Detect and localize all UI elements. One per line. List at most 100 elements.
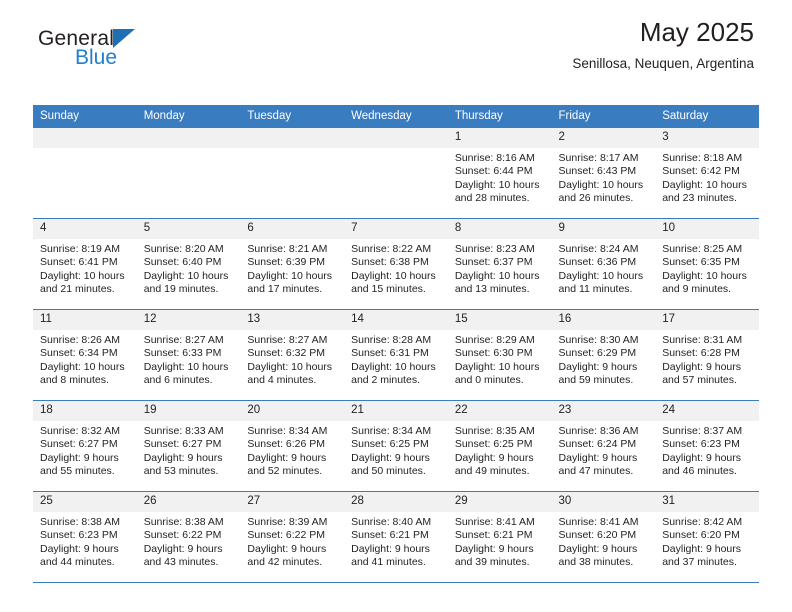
daylight-text-line1: Daylight: 10 hours <box>662 269 747 282</box>
sun-info: Sunrise: 8:18 AM Sunset: 6:42 PM Daylight:… <box>655 148 759 206</box>
day-number: 18 <box>33 401 137 421</box>
calendar-day-cell[interactable]: 6 Sunrise: 8:21 AM Sunset: 6:39 PM Daylight… <box>240 218 345 310</box>
daylight-text-line2: and 53 minutes. <box>143 465 219 478</box>
daylight-text-line1: Daylight: 9 hours <box>558 360 638 373</box>
weekday-header-sunday: Sunday <box>33 105 137 128</box>
calendar-day-cell[interactable]: 26 Sunrise: 8:38 AM Sunset: 6:22 PM Dayligh… <box>136 491 241 583</box>
daylight-text-line2: and 46 minutes. <box>662 465 737 478</box>
sunset-text: Sunset: 6:24 PM <box>558 438 637 451</box>
sunset-text: Sunset: 6:37 PM <box>454 256 533 269</box>
daylight-text-line2: and 28 minutes. <box>454 192 530 205</box>
daylight-text-line2: and 15 minutes. <box>351 283 426 296</box>
daylight-text-line1: Daylight: 9 hours <box>454 451 534 464</box>
day-number: 19 <box>136 401 241 421</box>
calendar-day-cell[interactable]: 11 Sunrise: 8:26 AM Sunset: 6:34 PM Dayligh… <box>33 309 137 401</box>
sunrise-text: Sunrise: 8:34 AM <box>247 425 328 437</box>
calendar-day-cell[interactable]: 20 Sunrise: 8:34 AM Sunset: 6:26 PM Dayligh… <box>240 400 345 492</box>
sunset-text: Sunset: 6:32 PM <box>247 347 326 360</box>
sunset-text: Sunset: 6:20 PM <box>662 529 740 542</box>
calendar-day-cell[interactable]: 3 Sunrise: 8:18 AM Sunset: 6:42 PM Daylight… <box>655 128 759 219</box>
day-number <box>344 128 448 148</box>
calendar-day-cell[interactable]: 25 Sunrise: 8:38 AM Sunset: 6:23 PM Dayligh… <box>33 491 137 583</box>
sunset-text: Sunset: 6:36 PM <box>558 256 637 269</box>
calendar-day-cell[interactable]: 21 Sunrise: 8:34 AM Sunset: 6:25 PM Dayligh… <box>344 400 448 492</box>
day-number: 15 <box>447 310 552 330</box>
calendar-day-cell[interactable]: 15 Sunrise: 8:29 AM Sunset: 6:30 PM Dayligh… <box>447 309 552 401</box>
sunrise-text: Sunrise: 8:19 AM <box>40 243 120 255</box>
calendar-day-cell[interactable]: 29 Sunrise: 8:41 AM Sunset: 6:21 PM Dayligh… <box>447 491 552 583</box>
sunrise-text: Sunrise: 8:17 AM <box>558 152 639 164</box>
sunrise-text: Sunrise: 8:42 AM <box>662 516 743 528</box>
calendar-day-cell[interactable]: 13 Sunrise: 8:27 AM Sunset: 6:32 PM Dayligh… <box>240 309 345 401</box>
calendar-day-cell[interactable]: 8 Sunrise: 8:23 AM Sunset: 6:37 PM Daylight… <box>447 218 552 310</box>
calendar-day-cell[interactable]: 23 Sunrise: 8:36 AM Sunset: 6:24 PM Dayligh… <box>551 400 656 492</box>
sunset-text: Sunset: 6:26 PM <box>247 438 326 451</box>
day-number <box>33 128 137 148</box>
daylight-text-line2: and 6 minutes. <box>143 374 213 387</box>
daylight-text-line2: and 8 minutes. <box>40 374 109 387</box>
calendar-day-cell[interactable]: 4 Sunrise: 8:19 AM Sunset: 6:41 PM Daylight… <box>33 218 137 310</box>
sunrise-text: Sunrise: 8:22 AM <box>351 243 432 255</box>
calendar-day-cell[interactable]: 17 Sunrise: 8:31 AM Sunset: 6:28 PM Dayligh… <box>655 309 759 401</box>
sun-info: Sunrise: 8:41 AM Sunset: 6:21 PM Daylight:… <box>448 512 552 570</box>
day-number: 22 <box>447 401 552 421</box>
sunset-text: Sunset: 6:21 PM <box>351 529 429 542</box>
calendar-day-cell[interactable]: 2 Sunrise: 8:17 AM Sunset: 6:43 PM Daylight… <box>551 128 656 219</box>
sunrise-text: Sunrise: 8:34 AM <box>351 425 432 437</box>
daylight-text-line2: and 0 minutes. <box>454 374 524 387</box>
sunrise-text: Sunrise: 8:41 AM <box>454 516 535 528</box>
sunrise-text: Sunrise: 8:37 AM <box>662 425 743 437</box>
day-number: 6 <box>240 219 345 239</box>
sun-info: Sunrise: 8:34 AM Sunset: 6:25 PM Daylight:… <box>344 421 448 479</box>
sun-info: Sunrise: 8:31 AM Sunset: 6:28 PM Daylight:… <box>655 330 759 388</box>
daylight-text-line1: Daylight: 10 hours <box>143 360 229 373</box>
sunrise-text: Sunrise: 8:40 AM <box>351 516 432 528</box>
sunrise-text: Sunrise: 8:28 AM <box>351 334 432 346</box>
calendar-day-cell[interactable]: 14 Sunrise: 8:28 AM Sunset: 6:31 PM Dayligh… <box>344 309 448 401</box>
daylight-text-line1: Daylight: 9 hours <box>247 451 327 464</box>
calendar-cell-empty <box>136 128 241 219</box>
sunset-text: Sunset: 6:21 PM <box>454 529 533 542</box>
daylight-text-line2: and 11 minutes. <box>558 283 633 296</box>
daylight-text-line1: Daylight: 10 hours <box>40 360 125 373</box>
calendar-day-cell[interactable]: 12 Sunrise: 8:27 AM Sunset: 6:33 PM Dayligh… <box>136 309 241 401</box>
calendar-day-cell[interactable]: 7 Sunrise: 8:22 AM Sunset: 6:38 PM Daylight… <box>344 218 448 310</box>
daylight-text-line1: Daylight: 9 hours <box>351 542 430 555</box>
calendar-day-cell[interactable]: 31 Sunrise: 8:42 AM Sunset: 6:20 PM Dayligh… <box>655 491 759 583</box>
daylight-text-line1: Daylight: 10 hours <box>454 269 540 282</box>
calendar-day-cell[interactable]: 22 Sunrise: 8:35 AM Sunset: 6:25 PM Dayligh… <box>447 400 552 492</box>
calendar-day-cell[interactable]: 28 Sunrise: 8:40 AM Sunset: 6:21 PM Dayligh… <box>344 491 448 583</box>
calendar-day-cell[interactable]: 24 Sunrise: 8:37 AM Sunset: 6:23 PM Dayligh… <box>655 400 759 492</box>
daylight-text-line2: and 41 minutes. <box>351 556 426 569</box>
day-number: 14 <box>344 310 448 330</box>
calendar-day-cell[interactable]: 5 Sunrise: 8:20 AM Sunset: 6:40 PM Daylight… <box>136 218 241 310</box>
sunrise-text: Sunrise: 8:27 AM <box>247 334 328 346</box>
sun-info: Sunrise: 8:29 AM Sunset: 6:30 PM Daylight:… <box>448 330 552 388</box>
sunrise-text: Sunrise: 8:31 AM <box>662 334 743 346</box>
daylight-text-line1: Daylight: 9 hours <box>662 451 742 464</box>
calendar-day-cell[interactable]: 19 Sunrise: 8:33 AM Sunset: 6:27 PM Dayligh… <box>136 400 241 492</box>
sun-info: Sunrise: 8:38 AM Sunset: 6:23 PM Daylight:… <box>33 512 137 570</box>
sunset-text: Sunset: 6:27 PM <box>40 438 118 451</box>
day-number: 8 <box>447 219 552 239</box>
calendar-day-cell[interactable]: 27 Sunrise: 8:39 AM Sunset: 6:22 PM Dayligh… <box>240 491 345 583</box>
sunrise-text: Sunrise: 8:32 AM <box>40 425 120 437</box>
day-number: 21 <box>344 401 448 421</box>
sunset-text: Sunset: 6:29 PM <box>558 347 637 360</box>
day-number: 1 <box>447 128 552 148</box>
calendar-day-cell[interactable]: 16 Sunrise: 8:30 AM Sunset: 6:29 PM Dayligh… <box>551 309 656 401</box>
sunset-text: Sunset: 6:43 PM <box>558 165 637 178</box>
calendar-day-cell[interactable]: 1 Sunrise: 8:16 AM Sunset: 6:44 PM Daylight… <box>447 128 552 219</box>
generalblue-logo[interactable]: General Blue <box>38 28 208 76</box>
daylight-text-line1: Daylight: 9 hours <box>558 451 638 464</box>
sunrise-text: Sunrise: 8:16 AM <box>454 152 535 164</box>
calendar-day-cell[interactable]: 9 Sunrise: 8:24 AM Sunset: 6:36 PM Daylight… <box>551 218 656 310</box>
calendar-day-cell[interactable]: 18 Sunrise: 8:32 AM Sunset: 6:27 PM Dayligh… <box>33 400 137 492</box>
weekday-header-saturday: Saturday <box>655 105 759 128</box>
sunrise-text: Sunrise: 8:38 AM <box>40 516 120 528</box>
calendar-day-cell[interactable]: 10 Sunrise: 8:25 AM Sunset: 6:35 PM Dayligh… <box>655 218 759 310</box>
calendar-day-cell[interactable]: 30 Sunrise: 8:41 AM Sunset: 6:20 PM Dayligh… <box>551 491 656 583</box>
daylight-text-line1: Daylight: 9 hours <box>351 451 430 464</box>
logo-text-blue: Blue <box>75 46 118 69</box>
daylight-text-line2: and 49 minutes. <box>454 465 530 478</box>
